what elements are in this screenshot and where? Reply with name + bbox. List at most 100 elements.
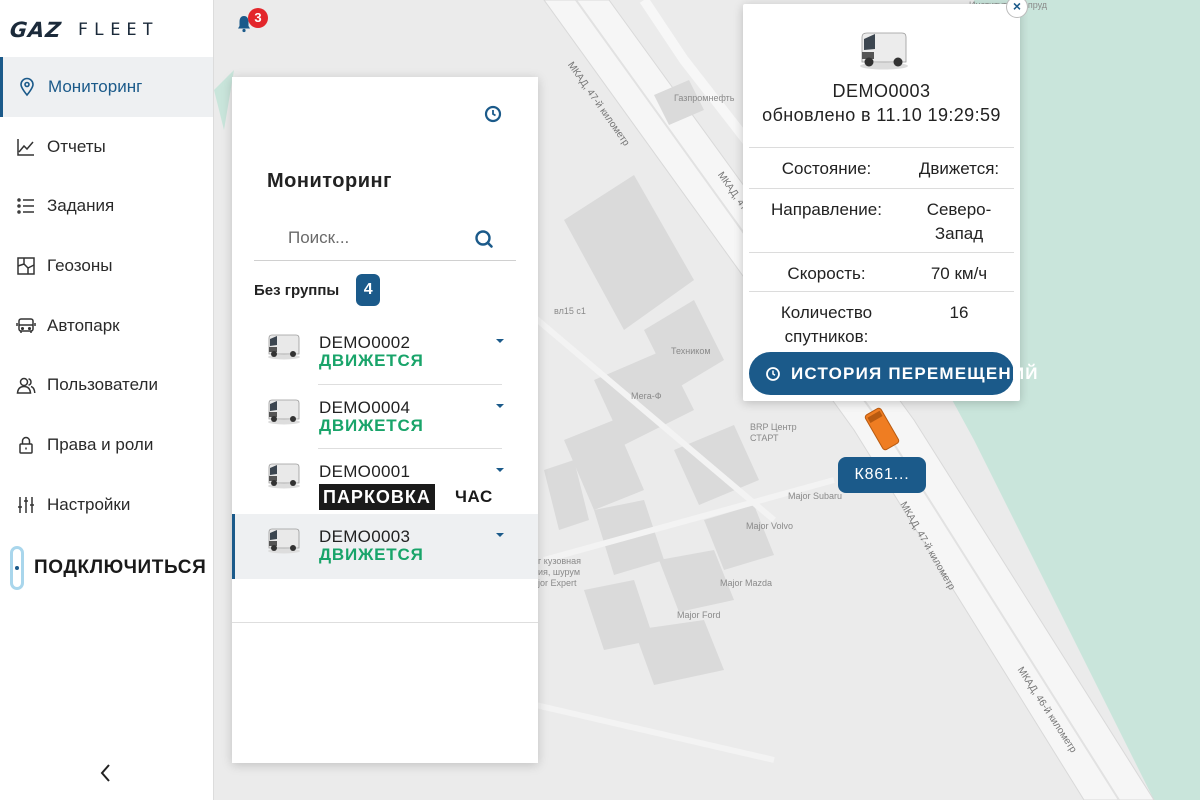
connect-label: ПОДКЛЮЧИТЬСЯ: [34, 557, 207, 578]
parking-duration: ЧАС: [455, 487, 493, 507]
map-poi-label: г кузовная: [538, 556, 581, 566]
panel-title: Мониторинг: [267, 170, 392, 192]
sidebar-item-monitoring[interactable]: Мониторинг: [0, 57, 213, 117]
vehicle-status: ДВИЖЕТСЯ: [319, 545, 424, 565]
brand-name: GAZ: [8, 18, 63, 42]
map-poi-label: BRP Центр СТАРТ: [750, 422, 797, 443]
info-value: 16: [949, 303, 969, 322]
info-key: Направление:: [771, 200, 882, 219]
sidebar: GAZ FLEET Мониторинг Отчеты Задания Геоз…: [0, 0, 214, 800]
lock-icon: [15, 434, 37, 456]
vehicle-status: ПАРКОВКА: [319, 484, 435, 511]
sidebar-item-roles[interactable]: Права и роли: [0, 415, 213, 475]
sidebar-nav: Мониторинг Отчеты Задания Геозоны Автопа…: [0, 57, 213, 535]
sidebar-item-label: Задания: [47, 196, 115, 216]
clock-icon: [766, 366, 780, 381]
vehicle-plate-label[interactable]: К861...: [838, 457, 926, 493]
info-value: Движется:: [918, 159, 1000, 178]
van-icon: [268, 463, 300, 489]
caret-down-icon[interactable]: [496, 339, 504, 343]
sidebar-item-tasks[interactable]: Задания: [0, 176, 213, 236]
sliders-icon: [15, 494, 37, 516]
info-key: Количество спутников:: [780, 303, 873, 346]
map-poi-label: Техником: [671, 346, 711, 356]
vehicle-list-item[interactable]: DEMO0001 ПАРКОВКА ЧАС: [232, 449, 538, 514]
info-value: Северо-Запад: [926, 200, 992, 243]
task-list-icon: [15, 195, 37, 217]
bus-icon: [15, 315, 37, 337]
toggle-switch[interactable]: [10, 546, 24, 590]
clock-icon: [484, 105, 502, 123]
vehicle-list-item-selected[interactable]: DEMO0003 ДВИЖЕТСЯ: [232, 514, 538, 579]
map-poi-label: jor Expert: [538, 578, 577, 588]
sidebar-item-label: Отчеты: [47, 136, 106, 156]
movement-history-button[interactable]: ИСТОРИЯ ПЕРЕМЕЩЕНИЙ: [749, 352, 1037, 395]
van-icon: [268, 334, 300, 360]
sidebar-item-label: Пользователи: [47, 375, 158, 395]
info-row-satellites: Количество спутников: 16: [749, 291, 1014, 351]
vehicle-id: DEMO0003: [832, 81, 931, 101]
vehicle-marker-icon[interactable]: [862, 404, 902, 454]
caret-down-icon[interactable]: [496, 403, 504, 408]
vehicle-info-table: Состояние: Движется: Направление: Северо…: [749, 147, 1014, 351]
brand-product: FLEET: [77, 20, 159, 40]
map-icon: [15, 255, 37, 277]
connect-toggle[interactable]: ПОДКЛЮЧИТЬСЯ: [10, 546, 206, 590]
van-icon: [268, 399, 300, 425]
sidebar-item-label: Мониторинг: [48, 76, 143, 96]
info-key: Скорость:: [787, 264, 866, 283]
vehicle-list-item[interactable]: DEMO0004 ДВИЖЕТСЯ: [232, 385, 538, 450]
van-icon: [860, 32, 908, 70]
updated-timestamp: обновлено в 11.10 19:29:59: [762, 105, 1001, 125]
map-poi-label: ия, шурум: [538, 567, 581, 577]
sidebar-item-label: Автопарк: [47, 315, 120, 335]
sidebar-item-fleet[interactable]: Автопарк: [0, 296, 213, 356]
map-poi-label: вл15 с1: [554, 306, 586, 316]
users-icon: [15, 374, 37, 396]
vehicle-list: DEMO0002 ДВИЖЕТСЯ DEMO0004 ДВИЖЕТСЯ DEMO…: [232, 320, 538, 579]
sidebar-item-geozones[interactable]: Геозоны: [0, 236, 213, 296]
info-row-direction: Направление: Северо-Запад: [749, 188, 1014, 252]
vehicle-status: ДВИЖЕТСЯ: [319, 351, 424, 370]
history-clock-button[interactable]: [484, 105, 502, 123]
caret-down-icon[interactable]: [496, 468, 504, 473]
vehicle-name: DEMO0003: [319, 527, 411, 547]
sidebar-item-label: Права и роли: [47, 434, 154, 454]
divider: [232, 622, 538, 623]
sidebar-item-settings[interactable]: Настройки: [0, 475, 213, 535]
sidebar-item-label: Геозоны: [47, 255, 113, 275]
vehicle-name: DEMO0004: [319, 397, 411, 417]
info-value: 70 км/ч: [930, 264, 988, 283]
collapse-sidebar-button[interactable]: [98, 762, 112, 790]
sidebar-item-label: Настройки: [47, 494, 131, 514]
monitoring-panel: Мониторинг Без группы 4 DEMO0002 ДВИЖЕТС…: [232, 77, 538, 763]
line-chart-icon: [15, 136, 37, 158]
brand-logo[interactable]: GAZ FLEET: [8, 14, 159, 46]
info-row-speed: Скорость: 70 км/ч: [749, 252, 1014, 291]
map-poi-label: Major Ford: [677, 610, 721, 620]
map-poi-label: Major Volvo: [746, 521, 794, 531]
group-count-badge: 4: [356, 274, 381, 306]
map-poi-label: Газпромнефть: [674, 93, 735, 103]
history-button-label: ИСТОРИЯ ПЕРЕМЕЩЕНИЙ: [791, 363, 1039, 383]
info-key: Состояние:: [781, 159, 872, 178]
notifications-button[interactable]: 3: [232, 8, 272, 34]
search-icon[interactable]: [474, 229, 494, 249]
search-input[interactable]: [288, 225, 468, 251]
map-poi-label: Major Mazda: [720, 578, 773, 588]
vehicle-info-popup: × DEMO0003 обновлено в 11.10 19:29:59 Со…: [743, 0, 1037, 401]
group-header[interactable]: Без группы 4: [254, 274, 381, 306]
map-poi-label: Мега-Ф: [631, 391, 662, 401]
sidebar-item-reports[interactable]: Отчеты: [0, 117, 213, 177]
vehicle-name: DEMO0002: [319, 333, 411, 352]
info-row-state: Состояние: Движется:: [749, 147, 1014, 188]
caret-down-icon[interactable]: [496, 533, 504, 538]
search-box: [254, 215, 516, 261]
sidebar-item-users[interactable]: Пользователи: [0, 355, 213, 415]
van-icon: [268, 528, 300, 554]
vehicle-name: DEMO0001: [319, 462, 411, 482]
group-label: Без группы: [254, 281, 340, 299]
vehicle-status: ДВИЖЕТСЯ: [319, 415, 424, 435]
notification-badge: 3: [248, 8, 268, 28]
vehicle-list-item[interactable]: DEMO0002 ДВИЖЕТСЯ: [232, 320, 538, 385]
